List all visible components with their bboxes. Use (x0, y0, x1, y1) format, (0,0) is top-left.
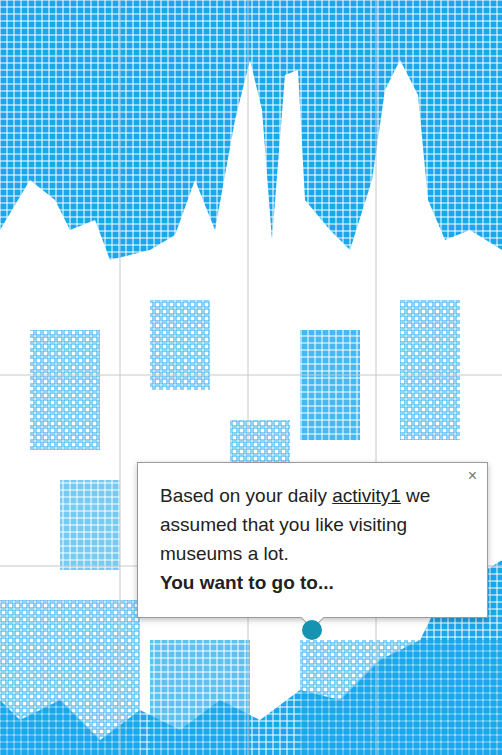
suggestion-tooltip: × Based on your daily activity1 we assum… (137, 462, 488, 618)
map-screen: × Based on your daily activity1 we assum… (0, 0, 502, 755)
activity-link[interactable]: activity1 (332, 485, 401, 506)
tooltip-message: Based on your daily activity1 we assumed… (160, 481, 450, 568)
pixel-map (0, 0, 502, 755)
location-pin-icon[interactable] (302, 620, 322, 640)
tooltip-question: You want to go to... (160, 568, 457, 597)
close-button[interactable]: × (464, 465, 481, 487)
